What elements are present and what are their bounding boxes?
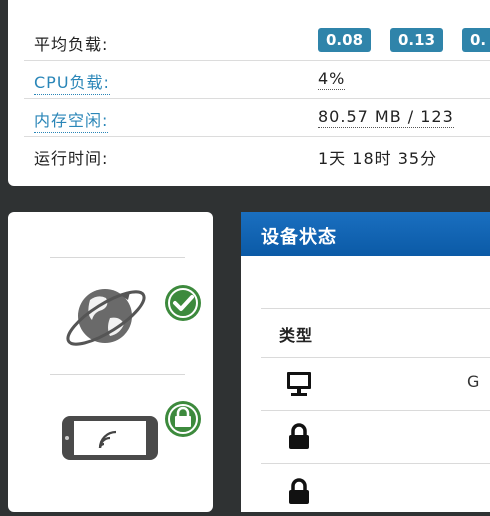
cpu-load-link[interactable]: CPU负载: <box>34 69 110 95</box>
monitor-icon <box>287 372 311 396</box>
lock-badge-icon <box>165 401 201 437</box>
load-average-label: 平均负载: <box>34 35 109 54</box>
wireless-status-item[interactable] <box>60 410 160 466</box>
divider <box>261 308 490 309</box>
load-5min-badge: 0.13 <box>390 28 444 52</box>
device-row[interactable] <box>241 411 490 463</box>
device-status-header: 设备状态 <box>241 212 490 256</box>
internet-status-item[interactable] <box>60 274 160 356</box>
check-circle-icon <box>165 285 201 321</box>
uptime-value: 1天 18时 35分 <box>318 149 438 168</box>
uptime-label: 运行时间: <box>34 149 109 168</box>
globe-internet-icon <box>66 289 146 346</box>
memory-free-link[interactable]: 内存空闲: <box>34 107 109 133</box>
uptime-row: 运行时间: 1天 18时 35分 <box>24 136 490 174</box>
load-average-row: 平均负载: 0.08 0.13 0. <box>24 22 490 61</box>
memory-free-row: 内存空闲: 80.57 MB / 123 <box>24 98 490 137</box>
cpu-load-value: 4% <box>318 69 346 90</box>
load-1min-badge: 0.08 <box>318 28 372 52</box>
lock-icon <box>289 478 309 504</box>
device-row[interactable]: G <box>241 358 490 410</box>
wireless-secured-status <box>164 400 202 438</box>
divider <box>50 257 185 258</box>
wireless-device-icon <box>62 416 158 460</box>
lock-icon <box>289 423 309 449</box>
device-status-title: 设备状态 <box>261 227 337 248</box>
memory-free-value: 80.57 MB / 123 <box>318 107 454 128</box>
cpu-load-row: CPU负载: 4% <box>24 60 490 99</box>
system-status-card: 平均负载: 0.08 0.13 0. CPU负载: 4% 内存空闲: 80.57… <box>8 0 490 186</box>
device-status-card: 设备状态 类型 G <box>241 212 490 512</box>
internet-connected-status <box>164 284 202 322</box>
divider <box>50 374 185 375</box>
type-column-header: 类型 <box>279 326 314 345</box>
device-type-value: G <box>467 372 480 391</box>
load-15min-badge: 0. <box>462 28 490 52</box>
network-sidebar <box>8 212 213 512</box>
device-row[interactable] <box>241 464 490 516</box>
